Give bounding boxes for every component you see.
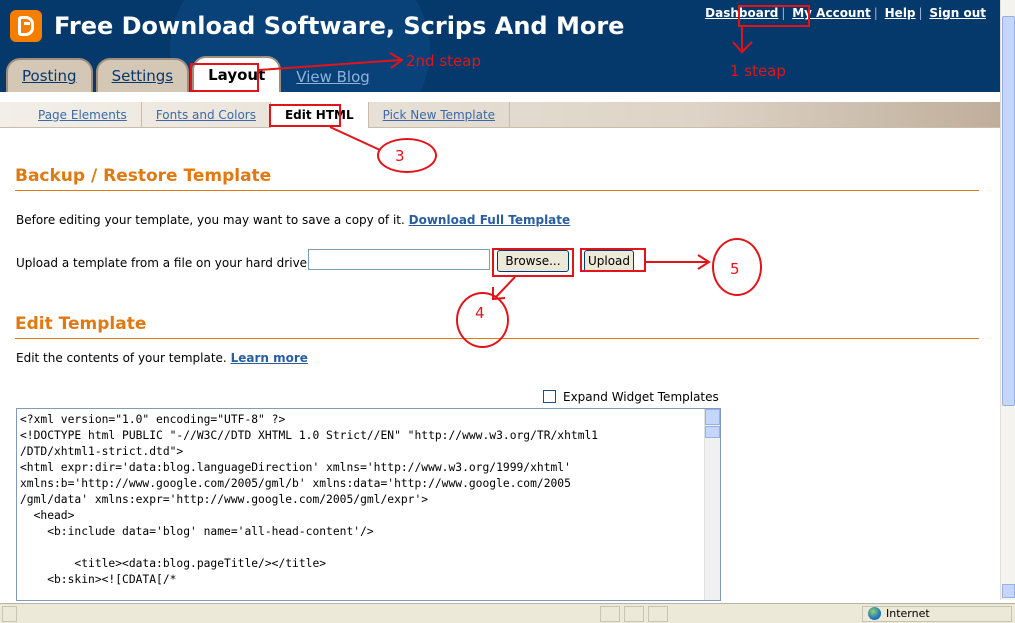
scroll-thumb[interactable] bbox=[705, 426, 720, 438]
annotation-box-edit-html bbox=[269, 104, 341, 127]
expand-widgets-label[interactable]: Expand Widget Templates bbox=[563, 390, 719, 404]
expand-widgets-checkbox[interactable] bbox=[543, 390, 556, 403]
annotation-box-browse bbox=[492, 248, 574, 277]
status-bar: Internet bbox=[0, 603, 1015, 623]
upload-label: Upload a template from a file on your ha… bbox=[16, 256, 312, 270]
view-blog-link[interactable]: View Blog bbox=[296, 62, 370, 92]
tab-posting[interactable]: Posting bbox=[6, 58, 93, 92]
template-code-textarea[interactable]: <?xml version="1.0" encoding="UTF-8" ?> … bbox=[16, 408, 721, 601]
section-divider bbox=[15, 190, 979, 191]
subtab-fonts-colors[interactable]: Fonts and Colors bbox=[142, 101, 271, 128]
template-code[interactable]: <?xml version="1.0" encoding="UTF-8" ?> … bbox=[20, 412, 704, 588]
arrowhead-step5 bbox=[697, 254, 711, 270]
edit-section-title: Edit Template bbox=[15, 314, 147, 334]
annotation-step1: 1 steap bbox=[730, 62, 786, 80]
annotation-step5: 5 bbox=[730, 260, 740, 278]
backup-intro: Before editing your template, you may wa… bbox=[16, 213, 570, 227]
template-file-input[interactable] bbox=[308, 249, 490, 270]
annotation-box-dashboard bbox=[738, 5, 810, 27]
annotation-box-layout bbox=[190, 63, 259, 92]
blogger-header: Free Download Software, Scrips And More … bbox=[0, 0, 1000, 92]
page-scrollbar[interactable] bbox=[1000, 0, 1015, 600]
arrow-step3 bbox=[329, 126, 381, 151]
annotation-box-upload bbox=[580, 248, 646, 272]
help-link[interactable]: Help bbox=[885, 6, 916, 20]
download-template-link[interactable]: Download Full Template bbox=[409, 213, 571, 227]
page-scroll-thumb[interactable] bbox=[1002, 16, 1015, 406]
backup-intro-text: Before editing your template, you may wa… bbox=[16, 213, 405, 227]
arrow-step4 bbox=[494, 276, 516, 299]
globe-icon bbox=[868, 607, 881, 620]
sign-out-link[interactable]: Sign out bbox=[929, 6, 986, 20]
scroll-up-icon[interactable] bbox=[705, 409, 720, 425]
edit-intro: Edit the contents of your template. Lear… bbox=[16, 351, 308, 365]
scroll-down-icon[interactable] bbox=[1002, 584, 1015, 598]
annotation-step2: 2nd steap bbox=[406, 52, 481, 70]
edit-intro-text: Edit the contents of your template. bbox=[16, 351, 227, 365]
blogger-logo-icon[interactable] bbox=[10, 10, 42, 42]
zone-label: Internet bbox=[886, 607, 930, 620]
subtab-page-elements[interactable]: Page Elements bbox=[24, 101, 142, 128]
code-scrollbar[interactable] bbox=[704, 409, 720, 600]
subtab-pick-template[interactable]: Pick New Template bbox=[369, 101, 511, 128]
learn-more-link[interactable]: Learn more bbox=[231, 351, 308, 365]
main-tabs: Posting Settings Layout View Blog bbox=[6, 56, 370, 92]
annotation-circle-3 bbox=[377, 138, 437, 173]
annotation-step4: 4 bbox=[475, 304, 485, 322]
blog-title: Free Download Software, Scrips And More bbox=[54, 12, 625, 40]
tab-settings[interactable]: Settings bbox=[95, 58, 190, 92]
annotation-step3: 3 bbox=[395, 147, 405, 165]
backup-section-title: Backup / Restore Template bbox=[15, 166, 272, 186]
layout-subnav: Page Elements Fonts and Colors Edit HTML… bbox=[0, 101, 1000, 128]
security-zone: Internet bbox=[868, 607, 930, 620]
page-icon bbox=[2, 606, 17, 622]
